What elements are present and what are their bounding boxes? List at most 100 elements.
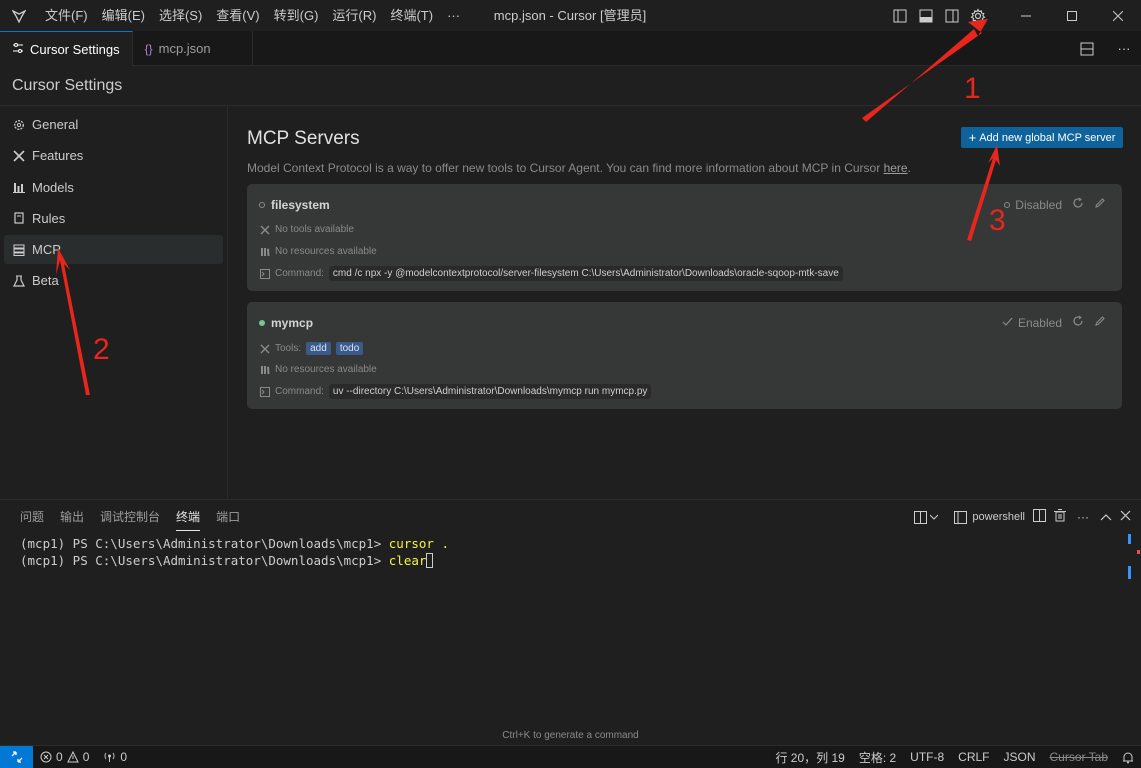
server-toggle[interactable]: Enabled xyxy=(1002,316,1062,330)
terminal-icon xyxy=(259,386,270,397)
resources-text: No resources available xyxy=(275,364,377,375)
menu-edit[interactable]: 编辑(E) xyxy=(95,0,152,31)
server-card-mymcp: mymcp Enabled Tools: add todo No resourc… xyxy=(247,302,1122,409)
remote-indicator-button[interactable] xyxy=(0,746,33,768)
toggle-secondary-sidebar-icon[interactable] xyxy=(939,0,965,31)
tools-icon xyxy=(259,224,270,235)
maximize-button[interactable] xyxy=(1049,0,1095,31)
notifications-bell-icon[interactable] xyxy=(1115,751,1141,764)
refresh-icon[interactable] xyxy=(1072,197,1084,212)
close-window-button[interactable] xyxy=(1095,0,1141,31)
edit-pencil-icon[interactable] xyxy=(1094,315,1106,330)
status-dot-disabled xyxy=(259,202,265,208)
refresh-icon[interactable] xyxy=(1072,315,1084,330)
edit-pencil-icon[interactable] xyxy=(1094,197,1106,212)
minimize-button[interactable] xyxy=(1003,0,1049,31)
menu-view[interactable]: 查看(V) xyxy=(209,0,266,31)
sidebar-item-mcp[interactable]: MCP xyxy=(4,235,223,265)
tab-mcp-json[interactable]: {} mcp.json xyxy=(133,31,253,66)
server-tools-row: No tools available xyxy=(259,224,354,235)
problems-indicator[interactable]: 0 0 xyxy=(40,750,89,764)
sidebar-item-beta[interactable]: Beta xyxy=(4,266,223,295)
tab-debug-console[interactable]: 调试控制台 xyxy=(92,500,168,534)
tab-label: mcp.json xyxy=(158,41,211,56)
settings-sidebar: General Features Models Rules MCP Beta xyxy=(0,106,228,499)
terminal-prompt: (mcp1) PS C:\Users\Administrator\Downloa… xyxy=(20,536,389,551)
server-resources-row: No resources available xyxy=(259,364,377,375)
sidebar-item-label: General xyxy=(32,117,79,132)
terminal-output[interactable]: (mcp1) PS C:\Users\Administrator\Downloa… xyxy=(20,535,449,569)
server-status: Disabled xyxy=(1015,197,1062,212)
tool-tag: todo xyxy=(335,342,364,355)
tab-ports[interactable]: 端口 xyxy=(208,500,248,534)
tools-label: Tools: xyxy=(275,343,302,354)
menu-file[interactable]: 文件(F) xyxy=(38,0,95,31)
broadcast-icon xyxy=(104,752,115,762)
tab-label: Cursor Settings xyxy=(30,41,120,57)
terminal-shell-selector[interactable]: powershell xyxy=(954,510,1025,524)
server-toggle[interactable]: Disabled xyxy=(1004,198,1062,212)
terminal-line: (mcp1) PS C:\Users\Administrator\Downloa… xyxy=(20,552,449,569)
gear-icon xyxy=(12,118,25,131)
panel-tabs: 问题 输出 调试控制台 终端 端口 xyxy=(12,500,248,534)
book-icon xyxy=(12,212,25,225)
tab-cursor-settings[interactable]: Cursor Settings xyxy=(0,31,133,66)
split-terminal-icon[interactable] xyxy=(1033,509,1046,525)
add-global-mcp-server-button[interactable]: + Add new global MCP server xyxy=(961,127,1123,148)
server-name: filesystem xyxy=(271,198,330,212)
status-bar: 0 0 0 行 20，列 19 空格: 2 UTF-8 CRLF JSON Cu… xyxy=(0,745,1141,768)
menu-terminal[interactable]: 终端(T) xyxy=(383,0,440,31)
server-status: Enabled xyxy=(1017,315,1062,330)
server-icon xyxy=(12,243,25,256)
ports-indicator[interactable]: 0 xyxy=(103,750,127,764)
sidebar-item-label: Rules xyxy=(32,210,66,226)
scroll-marker xyxy=(1137,550,1140,554)
cursor-position[interactable]: 行 20，列 19 xyxy=(768,749,851,766)
sidebar-item-models[interactable]: Models xyxy=(4,173,223,202)
terminal-command: cursor . xyxy=(388,536,449,551)
warning-count: 0 xyxy=(82,750,90,764)
cursor-tab-toggle[interactable]: Cursor Tab xyxy=(1043,750,1115,764)
server-resources-row: No resources available xyxy=(259,246,377,257)
new-terminal-layout-icon[interactable] xyxy=(914,510,939,524)
maximize-panel-icon[interactable] xyxy=(1100,510,1112,524)
panel-more-icon[interactable]: ··· xyxy=(1074,510,1092,524)
description-period: . xyxy=(907,161,911,175)
sidebar-item-features[interactable]: Features xyxy=(4,141,223,170)
indentation[interactable]: 空格: 2 xyxy=(852,749,903,766)
error-icon xyxy=(40,751,52,763)
window-title: mcp.json - Cursor [管理员] xyxy=(493,8,647,23)
sidebar-item-rules[interactable]: Rules xyxy=(4,204,223,233)
command-value: uv --directory C:\Users\Administrator\Do… xyxy=(328,384,652,399)
menu-selection[interactable]: 选择(S) xyxy=(152,0,209,31)
annotation-number-1: 1 xyxy=(964,72,981,105)
cursor-logo-icon xyxy=(0,0,38,31)
toggle-primary-sidebar-icon[interactable] xyxy=(887,0,913,31)
sidebar-item-label: Beta xyxy=(32,273,59,289)
tab-terminal[interactable]: 终端 xyxy=(168,500,208,534)
library-icon xyxy=(259,246,270,257)
sidebar-item-general[interactable]: General xyxy=(4,110,223,139)
language-mode[interactable]: JSON xyxy=(997,750,1043,764)
more-actions-icon[interactable]: ··· xyxy=(1107,33,1141,64)
trash-icon[interactable] xyxy=(1054,509,1066,525)
chart-bars-icon xyxy=(12,181,25,194)
annotation-number-3: 3 xyxy=(989,204,1006,237)
close-panel-icon[interactable] xyxy=(1120,510,1131,524)
end-of-line[interactable]: CRLF xyxy=(951,750,996,764)
encoding[interactable]: UTF-8 xyxy=(903,750,951,764)
menu-run[interactable]: 运行(R) xyxy=(325,0,383,31)
more-info-link[interactable]: here xyxy=(884,161,908,175)
flask-icon xyxy=(12,274,25,287)
settings-gear-icon[interactable] xyxy=(965,0,991,31)
tab-output[interactable]: 输出 xyxy=(52,500,92,534)
menu-more[interactable]: ··· xyxy=(440,0,467,31)
resources-text: No resources available xyxy=(275,246,377,257)
tab-problems[interactable]: 问题 xyxy=(12,500,52,534)
split-editor-icon[interactable] xyxy=(1067,33,1107,64)
library-icon xyxy=(259,364,270,375)
menu-go[interactable]: 转到(G) xyxy=(267,0,326,31)
shell-name: powershell xyxy=(972,511,1025,523)
toggle-panel-icon[interactable] xyxy=(913,0,939,31)
ports-count: 0 xyxy=(120,750,128,764)
